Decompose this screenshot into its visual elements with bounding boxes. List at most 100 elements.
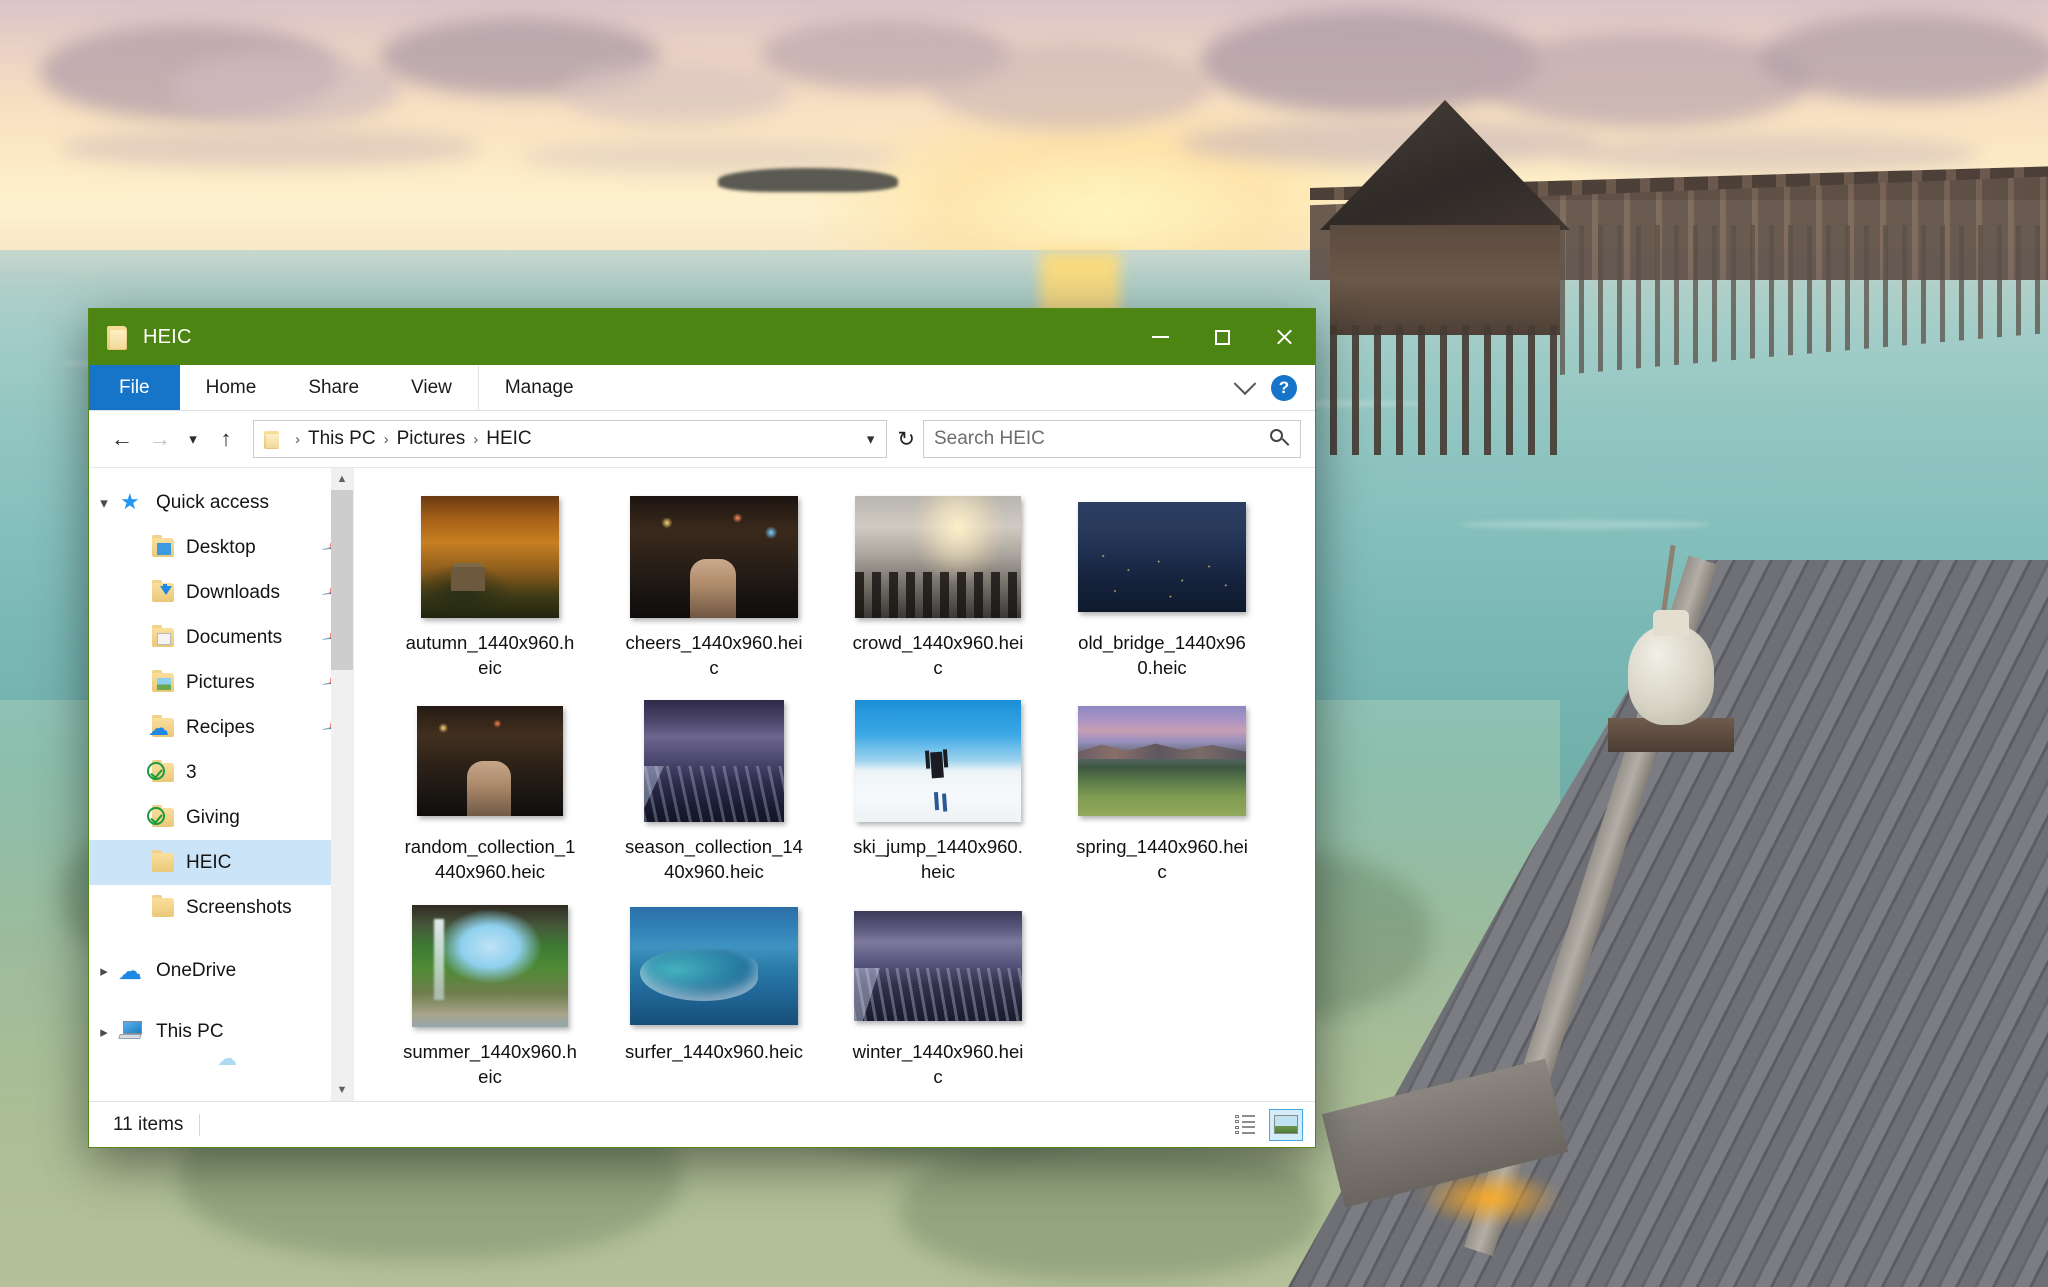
file-item[interactable]: spring_1440x960.heic xyxy=(1050,694,1274,898)
chevron-right-icon[interactable]: ▸ xyxy=(89,1023,119,1041)
sidebar-item-label: HEIC xyxy=(186,851,232,873)
scrollbar-track[interactable] xyxy=(331,490,353,1079)
file-thumbnail xyxy=(855,496,1021,618)
file-item[interactable]: surfer_1440x960.heic xyxy=(602,899,826,1101)
file-item[interactable]: old_bridge_1440x960.heic xyxy=(1050,490,1274,694)
search-icon[interactable] xyxy=(1270,429,1290,449)
title-bar[interactable]: HEIC xyxy=(89,309,1315,365)
sidebar-item-label: OneDrive xyxy=(156,959,237,981)
star-icon: ★ xyxy=(120,488,140,514)
file-name: random_collection_1440x960.heic xyxy=(404,836,576,883)
scroll-down-arrow-icon[interactable]: ▼ xyxy=(331,1079,353,1101)
breadcrumb-item-this-pc[interactable]: This PC xyxy=(308,428,376,450)
recent-locations-icon[interactable]: ▾ xyxy=(179,420,207,458)
sidebar-item-3[interactable]: 3 xyxy=(89,750,353,795)
file-thumbnail xyxy=(1078,706,1246,817)
breadcrumb-item-heic[interactable]: HEIC xyxy=(486,428,531,450)
partial-network-icon: ☁ xyxy=(217,1048,237,1070)
folder-icon xyxy=(149,894,177,920)
sidebar-item-onedrive[interactable]: ▸ ☁ OneDrive xyxy=(89,948,353,993)
sidebar-item-giving[interactable]: Giving xyxy=(89,795,353,840)
sidebar-item-downloads[interactable]: Downloads 📌 xyxy=(89,570,353,615)
close-button[interactable] xyxy=(1253,309,1315,365)
file-list-view[interactable]: autumn_1440x960.heic cheers_1440x960.hei… xyxy=(354,468,1315,1101)
sidebar-item-quick-access[interactable]: ▾ ★ Quick access xyxy=(89,480,353,525)
file-item[interactable]: summer_1440x960.heic xyxy=(378,899,602,1101)
back-arrow-icon[interactable]: ← xyxy=(103,420,141,458)
sidebar-item-recipes[interactable]: ☁ Recipes 📌 xyxy=(89,705,353,750)
thumbnail-wrap xyxy=(623,698,805,824)
ribbon-tabs: File Home Share View Manage ? xyxy=(89,365,1315,411)
file-item[interactable]: winter_1440x960.heic xyxy=(826,899,1050,1101)
folder-synced-icon xyxy=(147,759,177,785)
up-arrow-icon[interactable]: ↑ xyxy=(207,420,245,458)
sidebar-item-label: Downloads xyxy=(186,581,280,603)
folder-icon xyxy=(107,324,129,350)
maximize-button[interactable] xyxy=(1191,309,1253,365)
chevron-right-icon[interactable]: ▸ xyxy=(89,962,119,980)
sidebar-item-pictures[interactable]: Pictures 📌 xyxy=(89,660,353,705)
file-item[interactable]: crowd_1440x960.heic xyxy=(826,490,1050,694)
ribbon-right-controls: ? xyxy=(1233,365,1315,410)
thumbnail-wrap xyxy=(399,698,581,824)
chevron-down-icon[interactable] xyxy=(1233,371,1257,395)
tab-view[interactable]: View xyxy=(385,365,478,410)
breadcrumb-separator-2: › xyxy=(473,430,479,448)
file-item[interactable]: autumn_1440x960.heic xyxy=(378,490,602,694)
navigation-scrollbar[interactable]: ▲ ▼ xyxy=(331,468,353,1101)
breadcrumb-item-pictures[interactable]: Pictures xyxy=(397,428,466,450)
large-icons-view-button[interactable] xyxy=(1269,1108,1303,1141)
file-name: spring_1440x960.heic xyxy=(1076,836,1248,883)
status-divider xyxy=(199,1113,201,1136)
thumbnail-wrap xyxy=(399,494,581,620)
window-body: ▾ ★ Quick access Desktop 📌 Downloads xyxy=(89,467,1315,1101)
thumbnail-wrap xyxy=(1071,698,1253,824)
sidebar-item-desktop[interactable]: Desktop 📌 xyxy=(89,525,353,570)
sidebar-item-label: Documents xyxy=(186,626,283,648)
folder-icon xyxy=(149,849,177,875)
cloud xyxy=(170,52,400,126)
minimize-button[interactable] xyxy=(1129,309,1191,365)
sidebar-item-label: Recipes xyxy=(186,716,255,738)
sidebar-item-label: Desktop xyxy=(186,536,256,558)
onedrive-cloud-icon: ☁ xyxy=(118,957,142,985)
sidebar-item-documents[interactable]: Documents 📌 xyxy=(89,615,353,660)
refresh-icon[interactable]: ↻ xyxy=(897,427,915,452)
file-item[interactable]: ski_jump_1440x960.heic xyxy=(826,694,1050,898)
thumbnail-wrap xyxy=(623,903,805,1029)
search-placeholder: Search HEIC xyxy=(934,428,1045,449)
tab-share[interactable]: Share xyxy=(282,365,385,410)
chevron-down-icon[interactable]: ▾ xyxy=(867,430,875,448)
details-view-button[interactable] xyxy=(1229,1109,1263,1141)
clay-pot xyxy=(1628,625,1714,725)
file-name: cheers_1440x960.heic xyxy=(625,632,803,679)
chevron-down-icon[interactable]: ▾ xyxy=(89,494,119,512)
forward-arrow-icon[interactable]: → xyxy=(141,420,179,458)
sidebar-item-screenshots[interactable]: Screenshots xyxy=(89,885,353,930)
file-thumbnail xyxy=(412,904,568,1027)
help-button[interactable]: ? xyxy=(1271,374,1297,401)
file-thumbnail xyxy=(421,496,559,618)
file-item[interactable]: random_collection_1440x960.heic xyxy=(378,694,602,898)
tab-file[interactable]: File xyxy=(89,365,180,410)
sidebar-item-label: Giving xyxy=(186,806,240,828)
sidebar-item-label: Pictures xyxy=(186,671,255,693)
thumbnail-wrap xyxy=(623,494,805,620)
this-pc-icon xyxy=(118,1020,147,1044)
scroll-up-arrow-icon[interactable]: ▲ xyxy=(331,468,353,490)
folder-desktop-icon xyxy=(149,534,177,560)
file-item[interactable]: season_collection_1440x960.heic xyxy=(602,694,826,898)
tab-manage[interactable]: Manage xyxy=(477,365,600,410)
search-input[interactable]: Search HEIC xyxy=(923,420,1301,458)
thumbnail-wrap xyxy=(847,903,1029,1029)
file-grid: autumn_1440x960.heic cheers_1440x960.hei… xyxy=(378,490,1297,1101)
file-item[interactable]: cheers_1440x960.heic xyxy=(602,490,826,694)
breadcrumb[interactable]: › This PC › Pictures › HEIC ▾ xyxy=(253,420,888,458)
cloud xyxy=(60,128,480,168)
tab-home[interactable]: Home xyxy=(180,365,283,410)
details-view-icon xyxy=(1235,1114,1257,1135)
scrollbar-thumb[interactable] xyxy=(331,490,353,670)
folder-documents-icon xyxy=(149,624,177,650)
folder-icon xyxy=(264,429,281,449)
sidebar-item-heic[interactable]: HEIC xyxy=(89,840,353,885)
